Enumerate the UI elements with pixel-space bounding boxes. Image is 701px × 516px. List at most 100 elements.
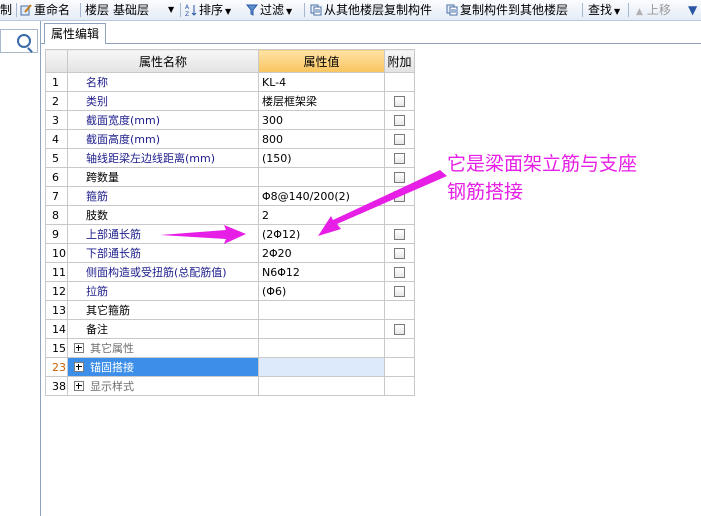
tab-property-edit[interactable]: 属性编辑 xyxy=(44,23,107,44)
toolbar-separator xyxy=(180,3,181,17)
property-row[interactable]: 7 箍筋 Φ8@140/200(2) xyxy=(45,186,415,206)
tab-bar: 属性编辑 xyxy=(41,21,701,44)
property-value-cell[interactable]: 楼层框架梁 xyxy=(258,91,385,111)
rename-icon xyxy=(20,4,32,16)
property-group-row[interactable]: 15 其它属性 xyxy=(45,338,415,358)
extra-checkbox[interactable] xyxy=(394,95,405,107)
property-value-cell[interactable] xyxy=(258,357,385,377)
property-value-cell[interactable]: Φ8@140/200(2) xyxy=(258,186,385,206)
property-name-cell: 其它箍筋 xyxy=(67,300,259,320)
search-icon[interactable] xyxy=(17,34,31,48)
floor-select[interactable]: 基础层 ▼ xyxy=(113,2,175,18)
extra-checkbox[interactable] xyxy=(394,247,405,259)
extra-checkbox[interactable] xyxy=(394,133,405,145)
property-group-cell[interactable]: 显示样式 xyxy=(67,376,259,396)
rename-button[interactable]: 重命名 xyxy=(20,2,70,18)
property-row[interactable]: 9 上部通长筋 (2Φ12) xyxy=(45,224,415,244)
property-row[interactable]: 3 截面宽度(mm) 300 xyxy=(45,110,415,130)
property-name-cell: 下部通长筋 xyxy=(67,243,259,263)
property-value-cell[interactable]: KL-4 xyxy=(258,72,385,92)
property-value-cell[interactable]: 2 xyxy=(258,205,385,225)
property-name-cell: 类别 xyxy=(67,91,259,111)
extra-cell xyxy=(384,262,415,282)
property-value-cell[interactable]: (2Φ12) xyxy=(258,224,385,244)
property-name-cell: 备注 xyxy=(67,319,259,339)
filter-button[interactable]: 过滤 ▼ xyxy=(246,2,292,18)
copy-from-floor-icon xyxy=(310,4,322,16)
property-group-cell[interactable]: 锚固搭接 xyxy=(67,357,259,377)
extra-checkbox[interactable] xyxy=(394,190,405,202)
extra-checkbox[interactable] xyxy=(394,171,405,183)
header-property-value[interactable]: 属性值 xyxy=(258,49,385,73)
expand-plus-icon[interactable] xyxy=(74,362,84,372)
toolbar-label: 重命名 xyxy=(34,3,71,17)
extra-checkbox[interactable] xyxy=(394,323,405,335)
extra-cell xyxy=(384,167,415,187)
property-row[interactable]: 1 名称 KL-4 xyxy=(45,72,415,92)
extra-cell xyxy=(384,224,415,244)
property-group-row[interactable]: 38 显示样式 xyxy=(45,376,415,396)
chevron-down-icon: ▼ xyxy=(225,7,232,16)
property-name-cell: 跨数量 xyxy=(67,167,259,187)
copy-from-other-floor-button[interactable]: 从其他楼层复制构件 xyxy=(310,2,432,18)
svg-text:A: A xyxy=(185,4,190,11)
property-row[interactable]: 10 下部通长筋 2Φ20 xyxy=(45,243,415,263)
property-value-cell[interactable] xyxy=(258,376,385,396)
property-row[interactable]: 11 侧面构造或受扭筋(总配筋值) N6Φ12 xyxy=(45,262,415,282)
group-label: 锚固搭接 xyxy=(90,361,134,374)
copy-button[interactable]: 制 xyxy=(0,2,12,18)
property-value-cell[interactable] xyxy=(258,319,385,339)
extra-checkbox[interactable] xyxy=(394,152,405,164)
toolbar: 制 重命名 楼层 基础层 ▼ A Z 排序 ▼ 过滤 ▼ 从其他楼层复制构件 复制构件到其… xyxy=(0,0,701,21)
property-row[interactable]: 12 拉筋 (Φ6) xyxy=(45,281,415,301)
toolbar-label: 复制构件到其他楼层 xyxy=(460,3,569,17)
property-row[interactable]: 6 跨数量 xyxy=(45,167,415,187)
sort-icon: AZ xyxy=(185,4,197,16)
property-value-cell[interactable]: (150) xyxy=(258,148,385,168)
property-row[interactable]: 14 备注 xyxy=(45,319,415,339)
header-property-name[interactable]: 属性名称 xyxy=(67,49,259,73)
property-row[interactable]: 13 其它箍筋 xyxy=(45,300,415,320)
chevron-down-icon: ▼ xyxy=(614,7,621,16)
extra-checkbox[interactable] xyxy=(394,228,405,240)
toolbar-label: 上移 xyxy=(646,3,671,17)
extra-checkbox[interactable] xyxy=(394,266,405,278)
property-name-cell: 截面高度(mm) xyxy=(67,129,259,149)
property-value-cell[interactable]: (Φ6) xyxy=(258,281,385,301)
property-value-cell[interactable]: 800 xyxy=(258,129,385,149)
property-group-cell[interactable]: 其它属性 xyxy=(67,338,259,358)
header-extra[interactable]: 附加 xyxy=(384,49,415,73)
row-number: 10 xyxy=(45,243,68,263)
extra-checkbox[interactable] xyxy=(394,285,405,297)
extra-cell xyxy=(384,72,415,92)
group-label: 其它属性 xyxy=(90,342,134,355)
property-value-cell[interactable] xyxy=(258,338,385,358)
search-box[interactable] xyxy=(0,29,38,53)
property-group-row[interactable]: 23 锚固搭接 xyxy=(45,357,415,377)
grid-header-row: 属性名称 属性值 附加 xyxy=(45,49,415,73)
property-value-cell[interactable]: 300 xyxy=(258,110,385,130)
property-row[interactable]: 8 肢数 2 xyxy=(45,205,415,225)
expand-plus-icon[interactable] xyxy=(74,381,84,391)
extra-cell xyxy=(384,129,415,149)
group-label: 显示样式 xyxy=(90,380,134,393)
move-down-icon[interactable]: ▼ xyxy=(688,2,697,18)
extra-cell xyxy=(384,281,415,301)
move-up-button[interactable]: ▲ 上移 xyxy=(636,2,671,18)
property-value-cell[interactable] xyxy=(258,300,385,320)
property-row[interactable]: 5 轴线距梁左边线距离(mm) (150) xyxy=(45,148,415,168)
property-value-cell[interactable]: N6Φ12 xyxy=(258,262,385,282)
property-name-cell: 名称 xyxy=(67,72,259,92)
copy-to-other-floor-button[interactable]: 复制构件到其他楼层 xyxy=(446,2,568,18)
row-number: 15 xyxy=(45,338,68,358)
property-name-cell: 箍筋 xyxy=(67,186,259,206)
find-button[interactable]: 查找 ▼ xyxy=(588,2,620,18)
sort-button[interactable]: A Z 排序 ▼ xyxy=(185,2,231,18)
extra-checkbox[interactable] xyxy=(394,114,405,126)
property-value-cell[interactable]: 2Φ20 xyxy=(258,243,385,263)
property-value-cell[interactable] xyxy=(258,167,385,187)
expand-plus-icon[interactable] xyxy=(74,343,84,353)
property-row[interactable]: 2 类别 楼层框架梁 xyxy=(45,91,415,111)
property-row[interactable]: 4 截面高度(mm) 800 xyxy=(45,129,415,149)
toolbar-label: 楼层 xyxy=(85,3,110,17)
